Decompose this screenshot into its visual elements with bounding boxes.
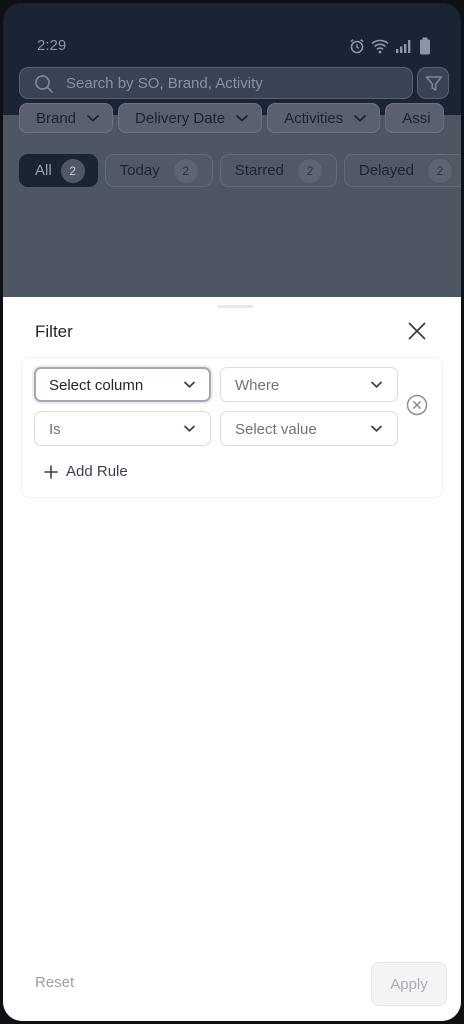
status-icons bbox=[349, 37, 431, 55]
segment-count: 2 bbox=[60, 158, 85, 183]
plus-icon bbox=[44, 464, 58, 479]
apply-label: Apply bbox=[390, 975, 428, 993]
add-rule-label: Add Rule bbox=[66, 463, 128, 480]
chip-label: Brand bbox=[36, 109, 77, 127]
segment-today[interactable]: Today 2 bbox=[104, 154, 213, 187]
segment-delayed[interactable]: Delayed 2 bbox=[343, 154, 461, 187]
filter-chips: Brand Delivery Date Activities Assi bbox=[19, 103, 444, 133]
segment-starred[interactable]: Starred 2 bbox=[219, 154, 337, 187]
circle-x-icon bbox=[406, 394, 428, 416]
chevron-down-icon bbox=[86, 114, 100, 122]
filter-button[interactable] bbox=[417, 67, 449, 99]
wifi-icon bbox=[371, 39, 389, 54]
chip-assignee[interactable]: Assi bbox=[385, 103, 444, 133]
chip-label: Activities bbox=[284, 109, 344, 127]
segment-count: 2 bbox=[173, 158, 198, 183]
apply-button[interactable]: Apply bbox=[371, 962, 447, 1006]
value-select-label: Select value bbox=[235, 421, 317, 438]
search-placeholder: Search by SO, Brand, Activity bbox=[66, 75, 263, 92]
chevron-down-icon bbox=[183, 381, 196, 388]
status-bar: 2:29 bbox=[3, 33, 461, 59]
drag-handle[interactable] bbox=[217, 305, 253, 308]
segment-count: 2 bbox=[297, 158, 322, 183]
close-button[interactable] bbox=[405, 319, 429, 343]
close-icon bbox=[408, 322, 426, 340]
chip-label: Assi bbox=[402, 109, 431, 127]
signal-icon bbox=[396, 40, 411, 53]
column-select[interactable]: Select column bbox=[34, 367, 211, 402]
sheet-title: Filter bbox=[35, 322, 73, 341]
search-icon bbox=[35, 75, 53, 93]
condition-select-label: Is bbox=[49, 421, 61, 438]
alarm-icon bbox=[350, 39, 364, 54]
chip-delivery-date[interactable]: Delivery Date bbox=[118, 103, 263, 133]
status-segments: All 2 Today 2 Starred 2 Delayed 2 bbox=[19, 154, 461, 187]
chevron-down-icon bbox=[354, 114, 367, 122]
search-input[interactable]: Search by SO, Brand, Activity bbox=[19, 67, 413, 99]
segment-label: Today bbox=[119, 162, 160, 179]
column-select-label: Select column bbox=[49, 377, 144, 394]
remove-rule-button[interactable] bbox=[406, 394, 428, 416]
chevron-down-icon bbox=[235, 114, 249, 122]
add-rule-button[interactable]: Add Rule bbox=[44, 463, 128, 480]
chip-activities[interactable]: Activities bbox=[267, 103, 381, 133]
segment-count: 2 bbox=[427, 158, 452, 183]
funnel-icon bbox=[425, 76, 443, 91]
operator-select-label: Where bbox=[235, 377, 280, 394]
segment-all[interactable]: All 2 bbox=[19, 154, 98, 187]
chip-brand[interactable]: Brand bbox=[19, 103, 114, 133]
value-select[interactable]: Select value bbox=[220, 411, 398, 446]
background-app: 2:29 Search by SO, Brand, Activity Brand… bbox=[3, 3, 461, 305]
filter-rule-card: Select column Where Is Select value Add … bbox=[21, 357, 443, 498]
segment-label: Delayed bbox=[358, 162, 414, 179]
chip-label: Delivery Date bbox=[135, 109, 226, 127]
chevron-down-icon bbox=[370, 425, 383, 432]
filter-sheet: Filter Select column Where Is Select val… bbox=[3, 297, 461, 1021]
battery-icon bbox=[420, 37, 430, 55]
phone-screen: 2:29 Search by SO, Brand, Activity Brand… bbox=[0, 0, 464, 1024]
reset-button[interactable]: Reset bbox=[35, 974, 74, 991]
app-content-dimmed bbox=[3, 115, 461, 305]
chevron-down-icon bbox=[183, 425, 196, 432]
segment-label: All bbox=[35, 162, 52, 179]
condition-select[interactable]: Is bbox=[34, 411, 211, 446]
status-time: 2:29 bbox=[37, 37, 67, 54]
chevron-down-icon bbox=[370, 381, 383, 388]
segment-label: Starred bbox=[234, 162, 284, 179]
operator-select[interactable]: Where bbox=[220, 367, 398, 402]
